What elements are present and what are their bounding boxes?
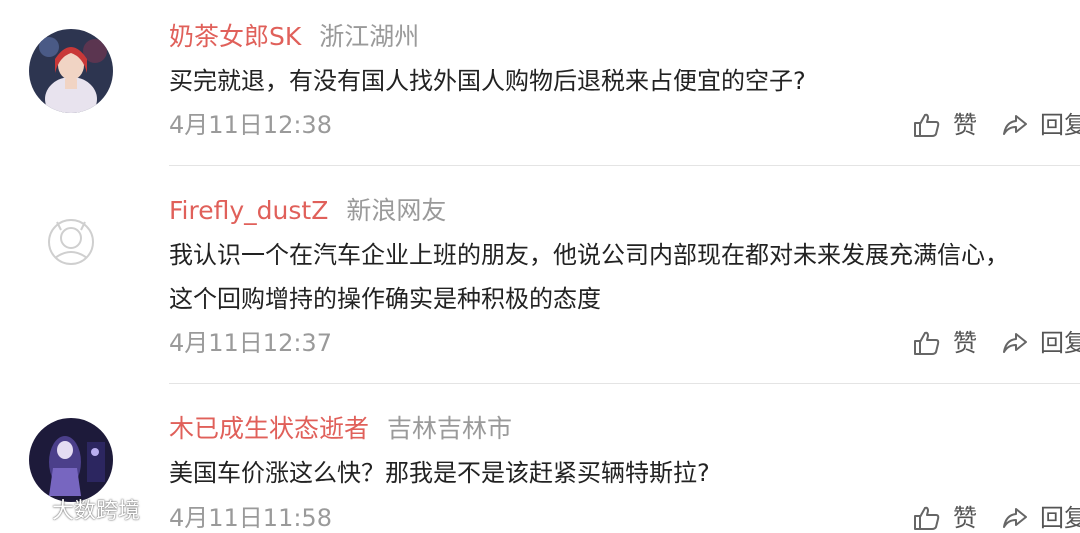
comment-text: 美国车价涨这么快？那我是不是该赶紧买辆特斯拉? [169, 451, 710, 495]
comment-meta: 奶茶女郎SK 浙江湖州 [169, 19, 419, 55]
comment-text-line: 这个回购增持的操作确实是种积极的态度 [169, 285, 601, 313]
reply-arrow-icon [1002, 506, 1028, 530]
watermark: 大数跨境 [8, 497, 140, 527]
reply-button[interactable]: 回复 [1002, 503, 1080, 533]
weibo-logo-icon [8, 498, 48, 526]
like-button[interactable]: 赞 [913, 503, 977, 533]
reply-button[interactable]: 回复 [1002, 110, 1080, 140]
like-label: 赞 [953, 329, 977, 357]
username[interactable]: 奶茶女郎SK [169, 19, 301, 55]
avatar[interactable] [29, 418, 113, 502]
watermark-text: 大数跨境 [52, 499, 141, 524]
username[interactable]: 木已成生状态逝者 [169, 411, 369, 447]
comment-meta: Firefly_dustZ 新浪网友 [169, 193, 446, 229]
comment-list: 奶茶女郎SK 浙江湖州 买完就退，有没有国人找外国人购物后退税来占便宜的空子? … [0, 0, 1080, 533]
user-location: 浙江湖州 [319, 22, 420, 51]
username[interactable]: Firefly_dustZ [169, 193, 328, 229]
thumbs-up-icon [913, 112, 941, 138]
avatar[interactable] [29, 29, 113, 113]
reply-arrow-icon [1002, 113, 1028, 137]
like-label: 赞 [953, 504, 977, 532]
comment-text: 买完就退，有没有国人找外国人购物后退税来占便宜的空子? [169, 59, 806, 103]
user-location: 吉林吉林市 [387, 414, 513, 443]
comment-time: 4月11日12:38 [169, 111, 332, 139]
reply-label: 回复 [1040, 111, 1080, 139]
reply-label: 回复 [1040, 329, 1080, 357]
comment-time: 4月11日11:58 [169, 504, 332, 532]
divider [169, 165, 1080, 166]
user-location: 新浪网友 [346, 196, 447, 225]
reply-arrow-icon [1002, 331, 1028, 355]
like-button[interactable]: 赞 [913, 110, 977, 140]
thumbs-up-icon [913, 505, 941, 531]
thumbs-up-icon [913, 330, 941, 356]
avatar[interactable] [29, 200, 113, 284]
comment-time: 4月11日12:37 [169, 329, 332, 357]
like-label: 赞 [953, 111, 977, 139]
comment-text: 我认识一个在汽车企业上班的朋友，他说公司内部现在都对未来发展充满信心， 这个回购… [169, 233, 1009, 321]
comment-text-line: 美国车价涨这么快？那我是不是该赶紧买辆特斯拉? [169, 459, 710, 487]
reply-label: 回复 [1040, 504, 1080, 532]
comment-text-line: 买完就退，有没有国人找外国人购物后退税来占便宜的空子? [169, 67, 806, 95]
comment-meta: 木已成生状态逝者 吉林吉林市 [169, 411, 512, 447]
like-button[interactable]: 赞 [913, 328, 977, 358]
divider [169, 383, 1080, 384]
comment-text-line: 我认识一个在汽车企业上班的朋友，他说公司内部现在都对未来发展充满信心， [169, 241, 1009, 269]
reply-button[interactable]: 回复 [1002, 328, 1080, 358]
